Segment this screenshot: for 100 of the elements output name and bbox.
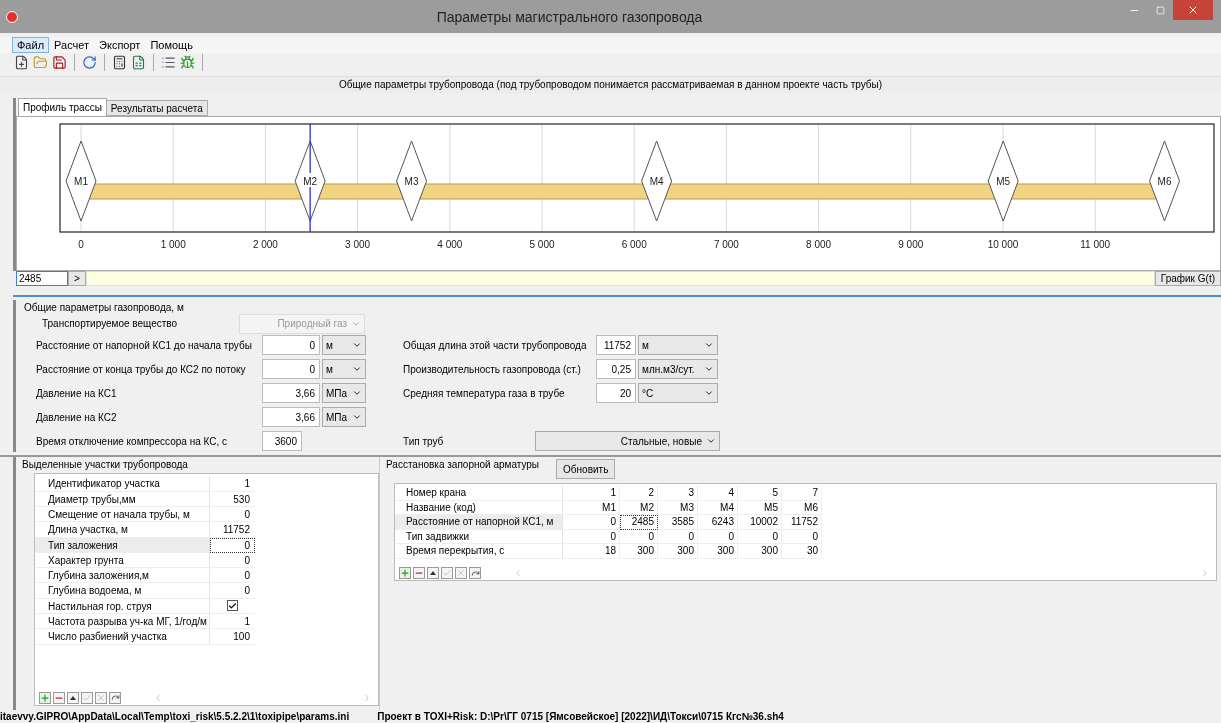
valve-marker[interactable] bbox=[1149, 140, 1180, 222]
property-value[interactable]: 0 bbox=[210, 537, 255, 553]
value-input[interactable]: 11752 bbox=[596, 335, 636, 356]
bug-icon[interactable] bbox=[180, 54, 195, 70]
table-cell[interactable]: 300 bbox=[738, 544, 782, 559]
menu-item[interactable]: Экспорт bbox=[94, 37, 146, 53]
field-label: Общая длина этой части трубопровода bbox=[402, 339, 588, 351]
property-value[interactable]: 530 bbox=[210, 491, 255, 507]
valve-marker[interactable] bbox=[987, 140, 1019, 222]
move-up-icon[interactable] bbox=[67, 691, 79, 704]
table-cell[interactable]: M1 bbox=[563, 500, 620, 516]
redo-icon[interactable] bbox=[109, 691, 121, 704]
table-cell[interactable]: M6 bbox=[782, 500, 822, 516]
property-value[interactable]: 0 bbox=[210, 583, 255, 599]
save-icon[interactable] bbox=[52, 54, 67, 70]
value-input[interactable]: 3,66 bbox=[262, 383, 320, 404]
checkbox[interactable] bbox=[227, 600, 238, 612]
property-name: Смещение от начала трубы, м bbox=[35, 507, 210, 523]
cursor-line[interactable] bbox=[309, 122, 311, 233]
valve-marker[interactable] bbox=[396, 140, 428, 222]
table-cell[interactable]: 0 bbox=[698, 529, 738, 545]
table-cell[interactable]: 0 bbox=[620, 529, 658, 545]
unit-select[interactable]: м bbox=[322, 335, 366, 356]
cancel-icon[interactable] bbox=[455, 567, 467, 580]
table-cell[interactable]: 6243 bbox=[698, 515, 738, 530]
table-cell[interactable]: 10002 bbox=[738, 515, 782, 530]
new-file-icon[interactable] bbox=[14, 54, 29, 70]
axis-tick-label: 7 000 bbox=[713, 238, 739, 250]
value-input[interactable]: 3,66 bbox=[262, 407, 320, 428]
property-value[interactable]: 0 bbox=[210, 507, 255, 523]
redo-icon[interactable] bbox=[469, 567, 481, 580]
valve-marker[interactable] bbox=[294, 140, 326, 222]
table-cell[interactable]: 1 bbox=[563, 486, 620, 501]
unit-select[interactable]: МПа bbox=[322, 383, 366, 404]
table-cell[interactable]: 2 bbox=[620, 486, 658, 501]
unit-select[interactable]: МПа bbox=[322, 407, 366, 428]
refresh-icon[interactable] bbox=[82, 54, 97, 70]
check-icon[interactable] bbox=[81, 691, 93, 704]
list-icon[interactable] bbox=[161, 54, 176, 70]
property-value[interactable]: 100 bbox=[210, 629, 255, 645]
spreadsheet-icon[interactable] bbox=[131, 54, 146, 70]
unit-select[interactable]: °C bbox=[638, 383, 718, 404]
status-text: itaevvy.GIPRO\AppData\Local\Temp\toxi_risk\5.5.2.2\1\toxipipe\params.ini bbox=[0, 710, 350, 722]
table-cell[interactable]: M5 bbox=[738, 500, 782, 516]
calculator-icon[interactable] bbox=[112, 54, 127, 70]
menu-item[interactable]: Файл bbox=[12, 37, 50, 53]
table-cell[interactable]: 300 bbox=[698, 544, 738, 559]
move-up-icon[interactable] bbox=[427, 567, 439, 580]
refresh-button[interactable]: Обновить bbox=[556, 459, 616, 480]
remove-icon[interactable] bbox=[413, 567, 425, 580]
table-cell[interactable]: 300 bbox=[620, 544, 658, 559]
value-input[interactable]: 20 bbox=[596, 383, 636, 404]
unit-select[interactable]: м bbox=[322, 359, 366, 380]
table-cell[interactable]: 0 bbox=[782, 529, 822, 545]
table-cell[interactable]: 7 bbox=[782, 486, 822, 501]
property-value[interactable]: 11752 bbox=[210, 522, 255, 538]
table-cell[interactable]: 2485 bbox=[620, 515, 658, 530]
remove-icon[interactable] bbox=[53, 691, 65, 704]
property-value[interactable]: 0 bbox=[210, 552, 255, 569]
table-cell[interactable]: 18 bbox=[563, 544, 620, 559]
value-input[interactable]: 0,25 bbox=[596, 359, 636, 380]
table-cell[interactable]: M4 bbox=[698, 500, 738, 516]
field-label: Средняя температура газа в трубе bbox=[402, 387, 566, 399]
axis-tick-label: 3 000 bbox=[345, 238, 371, 250]
value-input[interactable]: 0 bbox=[262, 359, 320, 380]
property-value[interactable]: 0 bbox=[210, 568, 255, 584]
table-cell[interactable]: M3 bbox=[658, 500, 698, 516]
tab[interactable]: Результаты расчета bbox=[105, 99, 208, 116]
table-cell[interactable]: 3585 bbox=[658, 515, 698, 530]
table-cell[interactable]: 11752 bbox=[782, 515, 822, 530]
unit-select[interactable]: млн.м3/сут. bbox=[638, 359, 718, 380]
menu-item[interactable]: Помощь bbox=[145, 37, 198, 53]
close-icon[interactable] bbox=[1187, 4, 1199, 16]
table-cell[interactable]: 3 bbox=[658, 486, 698, 501]
table-cell[interactable]: 30 bbox=[782, 544, 822, 559]
table-cell[interactable]: 0 bbox=[738, 529, 782, 545]
cancel-icon[interactable] bbox=[95, 691, 107, 704]
table-cell[interactable]: 5 bbox=[738, 486, 782, 501]
table-cell[interactable]: 0 bbox=[563, 529, 620, 545]
property-value[interactable]: 1 bbox=[210, 476, 255, 492]
table-cell[interactable]: 4 bbox=[698, 486, 738, 501]
table-cell[interactable]: 0 bbox=[563, 515, 620, 530]
check-icon[interactable] bbox=[441, 567, 453, 580]
property-name: Глубина заложения,м bbox=[35, 568, 210, 584]
add-icon[interactable] bbox=[399, 567, 411, 580]
value-input[interactable]: 0 bbox=[262, 335, 320, 356]
valve-label: M2 bbox=[303, 175, 318, 187]
unit-select[interactable]: м bbox=[638, 335, 718, 356]
pipe-type-select[interactable]: Стальные, новые bbox=[535, 431, 720, 452]
menu-item[interactable]: Расчет bbox=[49, 37, 95, 53]
valve-marker[interactable] bbox=[641, 140, 673, 222]
valve-marker[interactable] bbox=[65, 140, 97, 222]
table-cell[interactable]: M2 bbox=[620, 500, 658, 516]
property-value[interactable]: 1 bbox=[210, 614, 255, 630]
table-cell[interactable]: 0 bbox=[658, 529, 698, 545]
tab[interactable]: Профиль трассы bbox=[18, 97, 107, 116]
value-input[interactable]: 3600 bbox=[262, 431, 302, 452]
table-cell[interactable]: 300 bbox=[658, 544, 698, 559]
add-icon[interactable] bbox=[39, 691, 51, 704]
panel-title: Расстановка запорной арматуры bbox=[386, 459, 540, 473]
